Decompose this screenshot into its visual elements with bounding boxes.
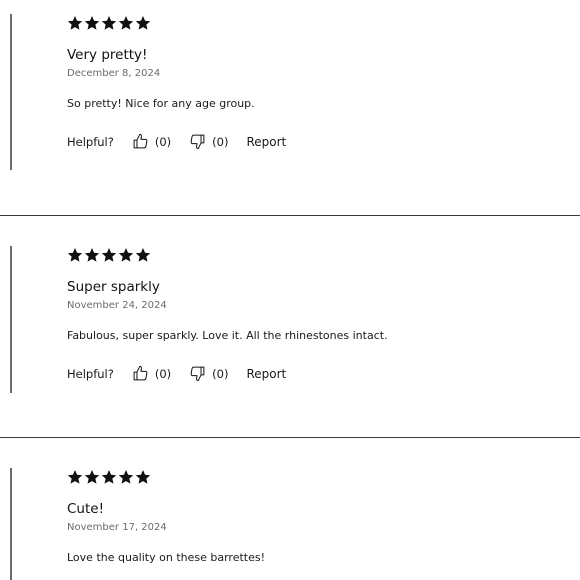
star-icon <box>135 469 151 485</box>
report-link[interactable]: Report <box>246 135 286 149</box>
helpful-row: Helpful? (0) (0) Report <box>67 133 286 150</box>
star-icon <box>67 247 83 263</box>
star-icon <box>118 469 134 485</box>
review-date: December 8, 2024 <box>67 68 161 79</box>
thumbs-down-icon <box>189 133 206 150</box>
review-date: November 24, 2024 <box>67 300 167 311</box>
helpful-row: Helpful? (0) (0) Report <box>67 365 286 382</box>
review-accent-bar <box>10 246 12 393</box>
review-title: Super sparkly <box>67 279 160 295</box>
review-divider <box>0 215 580 216</box>
star-rating <box>67 247 151 263</box>
star-icon <box>118 15 134 31</box>
star-icon <box>118 247 134 263</box>
star-icon <box>67 469 83 485</box>
review-accent-bar <box>10 14 12 170</box>
helpful-label: Helpful? <box>67 366 114 381</box>
review-title: Cute! <box>67 501 104 517</box>
helpful-no-count: (0) <box>212 366 229 381</box>
helpful-yes-button[interactable]: (0) <box>132 365 171 382</box>
star-icon <box>135 247 151 263</box>
review-accent-bar <box>10 468 12 580</box>
helpful-yes-count: (0) <box>154 366 172 381</box>
star-icon <box>101 247 117 263</box>
thumbs-up-icon <box>132 133 149 150</box>
star-icon <box>84 469 100 485</box>
helpful-no-count: (0) <box>212 134 229 149</box>
helpful-yes-count: (0) <box>154 134 172 149</box>
star-icon <box>135 15 151 31</box>
thumbs-down-icon <box>189 365 206 382</box>
helpful-no-button[interactable]: (0) <box>189 133 228 150</box>
star-icon <box>101 469 117 485</box>
helpful-label: Helpful? <box>67 134 114 149</box>
star-rating <box>67 15 151 31</box>
thumbs-up-icon <box>132 365 149 382</box>
star-icon <box>84 15 100 31</box>
helpful-no-button[interactable]: (0) <box>189 365 228 382</box>
star-icon <box>101 15 117 31</box>
star-rating <box>67 469 151 485</box>
review-divider <box>0 437 580 438</box>
report-link[interactable]: Report <box>246 367 286 381</box>
helpful-yes-button[interactable]: (0) <box>132 133 171 150</box>
review-title: Very pretty! <box>67 47 148 63</box>
review-body: So pretty! Nice for any age group. <box>67 97 255 110</box>
review-body: Fabulous, super sparkly. Love it. All th… <box>67 329 388 342</box>
star-icon <box>67 15 83 31</box>
review-date: November 17, 2024 <box>67 522 167 533</box>
review-body: Love the quality on these barrettes! <box>67 551 265 564</box>
star-icon <box>84 247 100 263</box>
